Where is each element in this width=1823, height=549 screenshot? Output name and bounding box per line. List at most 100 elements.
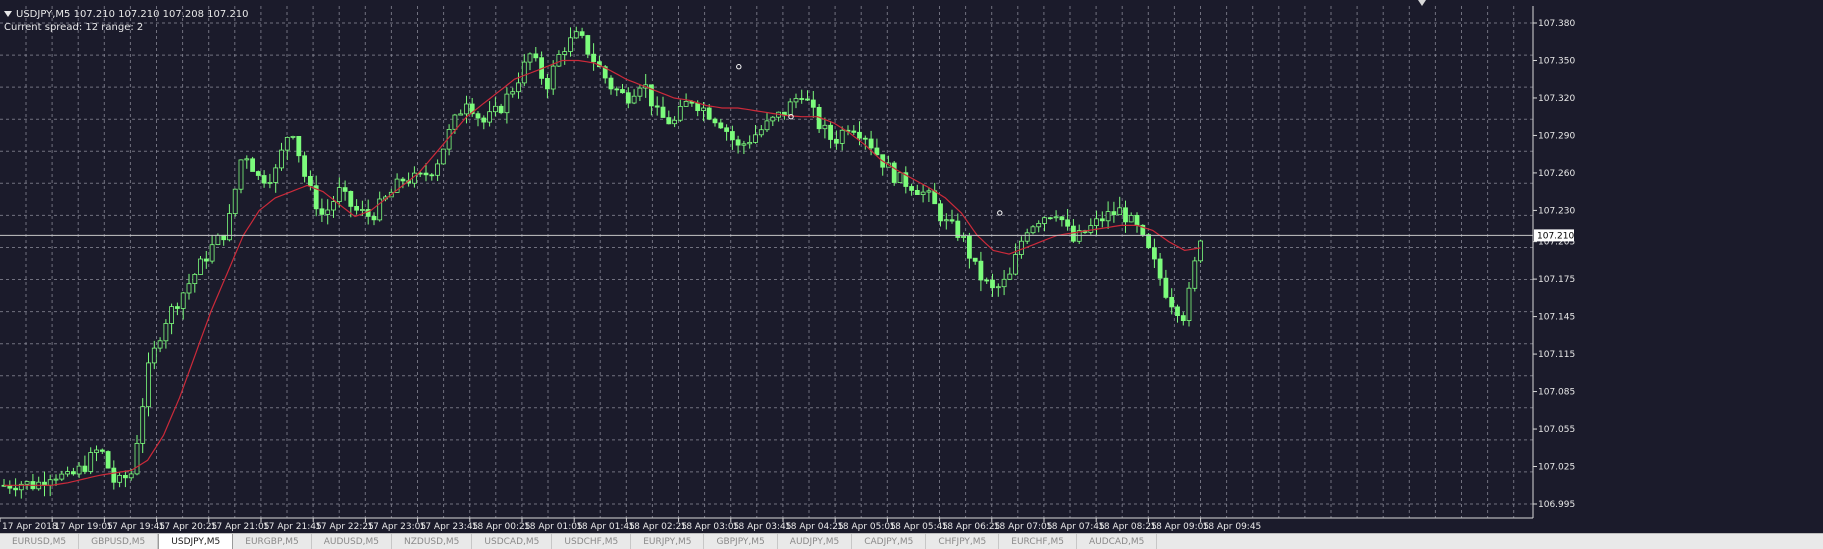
- time-tick-label: 18 Apr 04:25: [785, 522, 844, 532]
- time-tick-label: 18 Apr 02:25: [628, 522, 687, 532]
- candle-body: [1157, 258, 1163, 279]
- candle-body: [140, 406, 146, 444]
- candle-body: [359, 209, 365, 211]
- chart-tab[interactable]: AUDUSD,M5: [312, 534, 392, 549]
- candle-body: [1088, 225, 1094, 233]
- candle-body: [1117, 207, 1123, 216]
- candle-body: [1105, 211, 1111, 222]
- candle-body: [1134, 214, 1140, 226]
- candle-body: [990, 279, 995, 289]
- time-tick-label: 17 Apr 21:05: [211, 522, 270, 532]
- symbol-info: USDJPY,M5 107.210 107.210 107.208 107.21…: [4, 9, 249, 21]
- candle-body: [284, 136, 290, 151]
- candle-body: [400, 178, 406, 182]
- chart-tab[interactable]: EURCHF,M5: [999, 534, 1077, 549]
- candle-body: [221, 234, 227, 241]
- candle-body: [105, 451, 111, 469]
- candle-body: [348, 190, 354, 207]
- time-tick-label: 17 Apr 2018: [2, 522, 58, 532]
- candle-body: [24, 481, 30, 485]
- time-tick-label: 18 Apr 09:45: [1203, 522, 1262, 532]
- candle-body: [475, 113, 481, 119]
- candle-body: [793, 98, 799, 103]
- chart-tab[interactable]: GBPJPY,M5: [704, 534, 778, 549]
- candle-body: [631, 95, 637, 104]
- chart-tab[interactable]: AUDCAD,M5: [1077, 534, 1158, 549]
- chart-tab[interactable]: CADJPY,M5: [852, 534, 927, 549]
- chart-tab[interactable]: USDCAD,M5: [472, 534, 553, 549]
- candle-body: [967, 235, 972, 259]
- candle-body: [527, 53, 533, 63]
- time-tick-label: 18 Apr 05:05: [837, 522, 896, 532]
- candle-body: [701, 107, 706, 111]
- candle-body: [296, 135, 302, 157]
- time-tick-label: 18 Apr 03:05: [681, 522, 740, 532]
- candle-body: [556, 54, 562, 67]
- candle-body: [279, 149, 284, 169]
- candle-body: [874, 147, 880, 156]
- chart-tab[interactable]: USDJPY,M5: [158, 534, 234, 549]
- chart-tab[interactable]: EURGBP,M5: [233, 534, 312, 549]
- candle-body: [255, 171, 261, 176]
- candle-body: [59, 473, 65, 480]
- time-tick-label: 18 Apr 03:45: [733, 522, 792, 532]
- shift-marker-icon[interactable]: [1418, 0, 1426, 6]
- candle-body: [891, 162, 897, 183]
- candle-body: [71, 471, 76, 475]
- candle-body: [151, 347, 157, 364]
- candle-body: [492, 105, 498, 113]
- candle-body: [209, 244, 215, 262]
- time-tick-label: 17 Apr 21:45: [263, 522, 322, 532]
- candle-body: [111, 467, 117, 483]
- candle-body: [741, 143, 747, 146]
- candle-body: [677, 106, 683, 121]
- candle-body: [99, 449, 105, 452]
- price-chart[interactable]: 107.380 107.350 107.320 107.290 107.260 107.2…: [0, 0, 1823, 533]
- time-tick-label: 18 Apr 01:05: [524, 522, 583, 532]
- candle-body: [1042, 217, 1047, 224]
- candle-body: [302, 155, 308, 177]
- candle-body: [65, 471, 70, 475]
- chart-tab[interactable]: GBPUSD,M5: [79, 534, 159, 549]
- time-tick-label: 18 Apr 01:45: [576, 522, 635, 532]
- chart-window[interactable]: 107.380 107.350 107.320 107.290 107.260 107.2…: [0, 0, 1823, 548]
- candle-body: [325, 209, 331, 215]
- candle-body: [1019, 240, 1024, 255]
- price-tick-label: 107.175: [1538, 275, 1575, 285]
- candle-body: [203, 258, 209, 262]
- chart-tab[interactable]: AUDJPY,M5: [778, 534, 853, 549]
- candle-body: [666, 117, 672, 125]
- candle-body: [487, 111, 493, 123]
- time-tick-label: 18 Apr 06:25: [942, 522, 1001, 532]
- chart-tab[interactable]: NZDUSD,M5: [392, 534, 473, 549]
- candle-body: [123, 474, 128, 479]
- candle-body: [568, 37, 573, 52]
- candle-body: [180, 292, 186, 309]
- candle-body: [1128, 214, 1134, 223]
- price-tick-label: 107.025: [1538, 463, 1575, 473]
- candle-body: [909, 186, 914, 191]
- candle-body: [1192, 260, 1198, 289]
- candle-body: [1047, 217, 1053, 220]
- candle-body: [510, 91, 516, 95]
- price-tick-label: 107.115: [1538, 350, 1575, 360]
- chart-tab[interactable]: EURJPY,M5: [631, 534, 705, 549]
- candle-body: [943, 219, 949, 222]
- candle-body: [868, 138, 874, 149]
- candle-body: [336, 187, 342, 203]
- candle-body: [423, 172, 429, 176]
- candle-body: [764, 120, 770, 131]
- collapse-triangle-icon[interactable]: [4, 11, 12, 17]
- candle-body: [94, 449, 99, 453]
- chart-tab[interactable]: USDCHF,M5: [552, 534, 632, 549]
- candle-body: [429, 174, 435, 177]
- candle-body: [637, 87, 643, 97]
- chart-tab[interactable]: EURUSD,M5: [0, 534, 80, 549]
- chart-tab[interactable]: CHFJPY,M5: [926, 534, 1000, 549]
- candle-body: [683, 101, 689, 107]
- candle-body: [250, 158, 256, 172]
- price-tick-label: 107.085: [1538, 388, 1575, 398]
- candle-body: [926, 190, 932, 193]
- candle-body: [550, 65, 556, 90]
- candle-body: [1169, 296, 1175, 308]
